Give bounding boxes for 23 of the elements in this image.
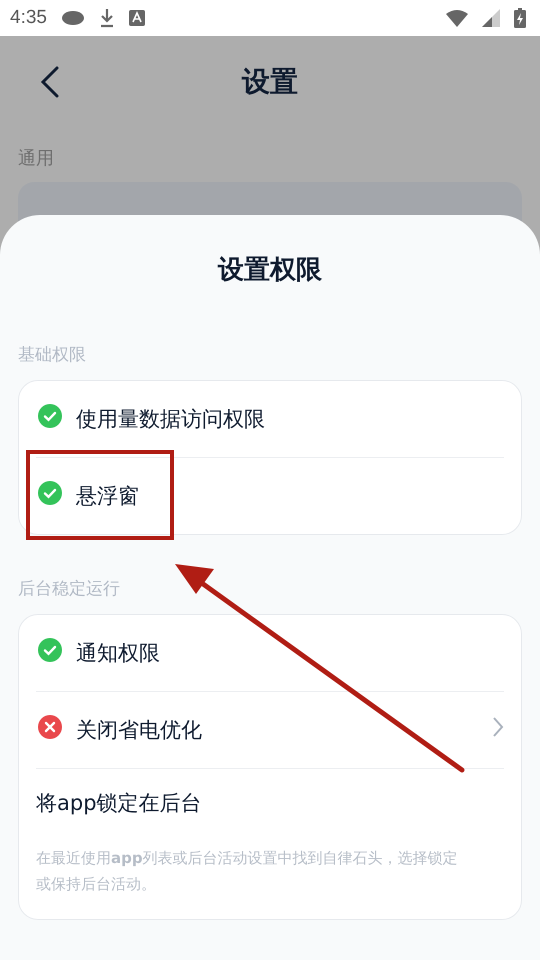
section-label: 通用 <box>18 147 55 170</box>
permission-row[interactable]: 关闭省电优化 <box>36 692 504 768</box>
permission-label: 通知权限 <box>76 640 160 667</box>
permission-row[interactable]: 使用量数据访问权限 <box>36 381 504 457</box>
permission-row[interactable]: 通知权限 <box>36 615 504 691</box>
note-title: 将app锁定在后台 <box>36 790 203 817</box>
permission-row[interactable]: 悬浮窗 <box>36 458 504 534</box>
cloud-icon <box>60 10 85 26</box>
section-label: 基础权限 <box>18 344 87 366</box>
permission-label: 悬浮窗 <box>76 483 139 510</box>
download-icon <box>98 8 115 28</box>
permission-label: 使用量数据访问权限 <box>76 406 265 433</box>
status-time: 4:35 <box>10 7 47 29</box>
note-description: 在最近使用app列表或后台活动设置中找到自律石头，选择锁定或保持后台活动。 <box>36 848 459 895</box>
wifi-icon <box>446 9 468 27</box>
section-label: 后台稳定运行 <box>18 578 121 600</box>
battery-icon <box>514 8 526 28</box>
font-icon <box>128 10 145 26</box>
page-title: 设置 <box>242 64 298 100</box>
permission-label: 关闭省电优化 <box>76 717 202 744</box>
signal-icon <box>482 9 500 27</box>
sheet-title: 设置权限 <box>216 254 323 287</box>
back-icon[interactable] <box>40 66 60 98</box>
